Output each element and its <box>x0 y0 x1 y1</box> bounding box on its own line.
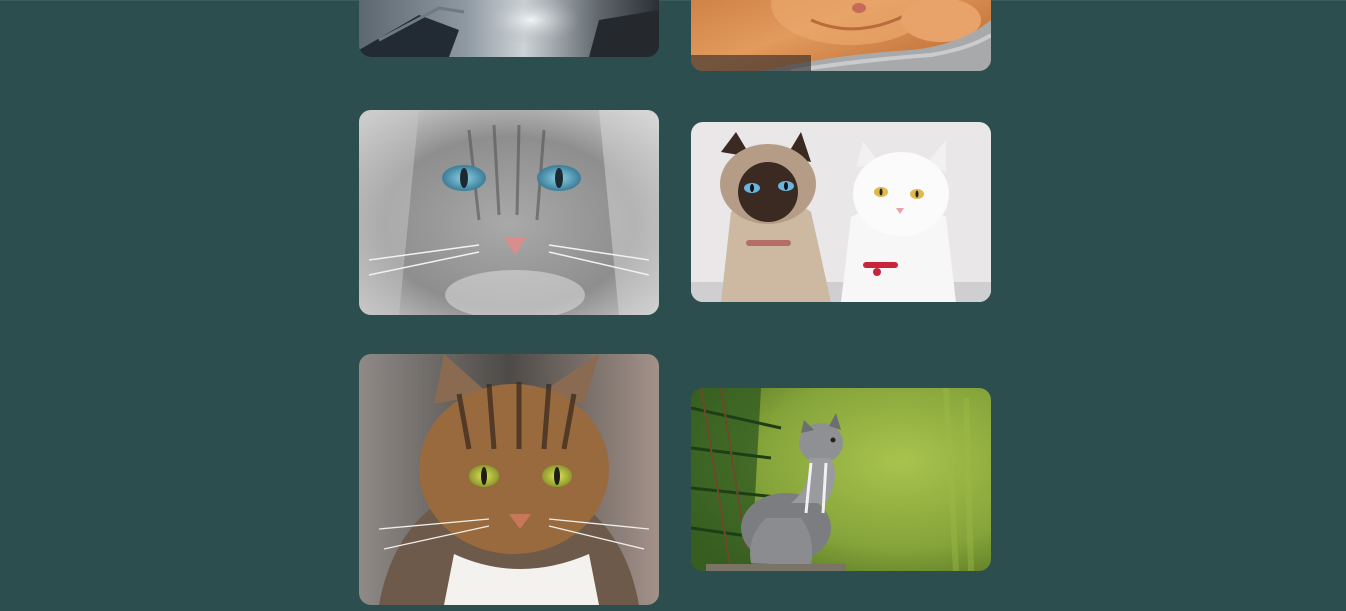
top-divider <box>0 0 1346 1</box>
gallery-image-5[interactable] <box>359 354 659 605</box>
cat-gallery-page <box>0 0 1346 611</box>
cat-photo-gray-white-longhair-icon <box>359 0 659 57</box>
gallery-image-1[interactable] <box>359 0 659 57</box>
cat-photo-gray-longhair-blue-eyes-icon <box>359 110 659 315</box>
gallery-image-4[interactable] <box>691 122 991 302</box>
cat-photo-siamese-and-white-cat-icon <box>691 122 991 302</box>
gallery-image-6[interactable] <box>691 388 991 571</box>
cat-photo-tabby-green-eyes-icon <box>359 354 659 605</box>
gallery-image-3[interactable] <box>359 110 659 315</box>
cat-photo-gray-kitten-in-grass-icon <box>691 388 991 571</box>
cat-photo-orange-tabby-on-blanket-icon <box>691 0 991 71</box>
gallery-image-2[interactable] <box>691 0 991 71</box>
